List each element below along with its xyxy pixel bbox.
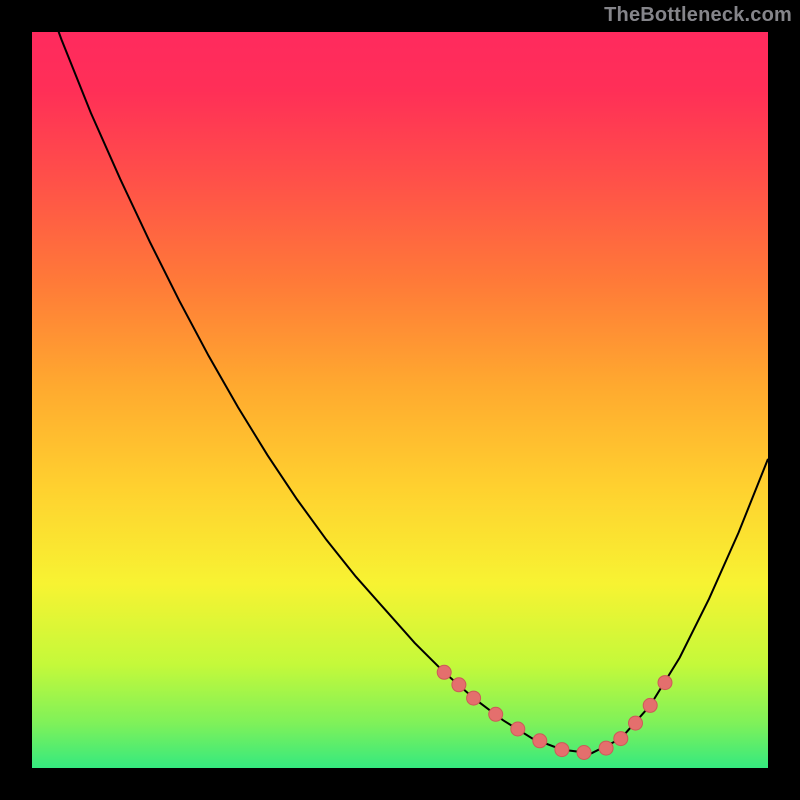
chart-frame: TheBottleneck.com [0, 0, 800, 800]
plot-gradient-background [32, 32, 768, 768]
watermark-label: TheBottleneck.com [604, 4, 792, 27]
